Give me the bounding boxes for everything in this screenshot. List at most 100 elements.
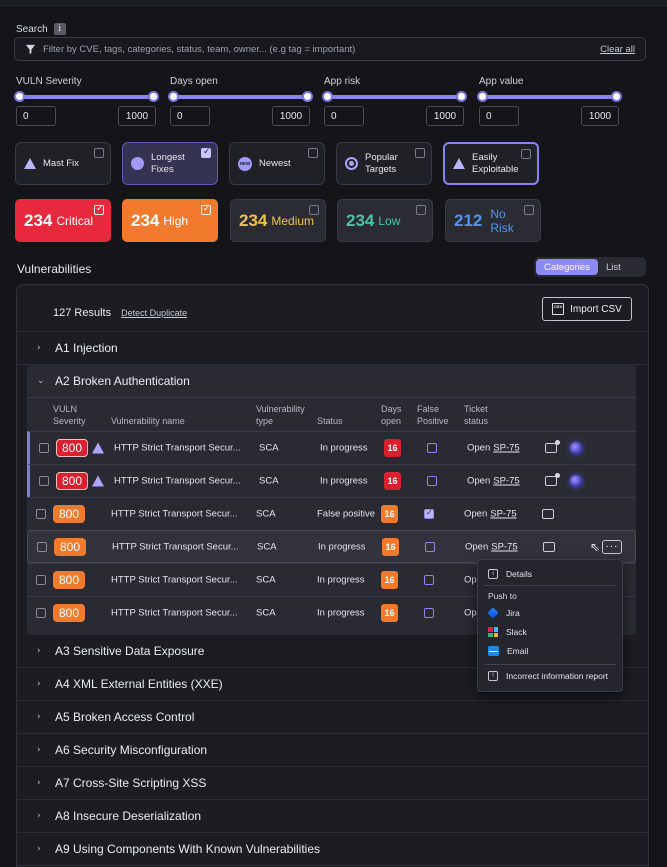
category-row-a8[interactable]: › A8 Insecure Deserialization xyxy=(17,800,648,833)
category-row-a7[interactable]: › A7 Cross-Site Scripting XSS xyxy=(17,767,648,800)
menu-item-label: Jira xyxy=(506,608,520,618)
severity-checkbox[interactable] xyxy=(309,205,319,215)
row-checkbox[interactable] xyxy=(36,575,46,585)
filter-checkbox[interactable] xyxy=(521,149,531,159)
category-row-a6[interactable]: › A6 Security Misconfiguration xyxy=(17,734,648,767)
row-checkbox[interactable] xyxy=(37,541,47,552)
severity-card-critical[interactable]: 234 Critical xyxy=(15,199,111,242)
import-csv-button[interactable]: CSV Import CSV xyxy=(542,297,632,321)
tab-categories[interactable]: Categories xyxy=(536,259,598,275)
category-row-a5[interactable]: › A5 Broken Access Control xyxy=(17,701,648,734)
slider-track[interactable] xyxy=(14,91,159,102)
table-row[interactable]: 800 HTTP Strict Transport Secur... SCA F… xyxy=(27,497,636,530)
slider-track[interactable] xyxy=(477,91,622,102)
menu-item-slack[interactable]: Slack xyxy=(488,627,527,637)
detect-duplicate-link[interactable]: Detect Duplicate xyxy=(121,308,187,318)
slider-min-handle[interactable] xyxy=(14,91,25,102)
more-options-button[interactable]: ··· xyxy=(602,539,622,554)
comment-icon[interactable] xyxy=(542,509,554,519)
min-input[interactable] xyxy=(324,106,364,126)
filter-checkbox[interactable] xyxy=(201,147,211,158)
slider-min-handle[interactable] xyxy=(168,91,179,102)
false-positive-checkbox[interactable] xyxy=(427,443,437,453)
filter-card-longest-fixes[interactable]: Longest Fixes xyxy=(122,142,218,185)
comment-icon[interactable] xyxy=(545,473,560,486)
row-checkbox[interactable] xyxy=(39,476,49,486)
max-input[interactable] xyxy=(581,106,619,126)
filter-card-popular-targets[interactable]: Popular Targets xyxy=(336,142,432,185)
ticket-link[interactable]: SP-75 xyxy=(491,541,517,552)
ai-assistant-icon[interactable] xyxy=(570,475,582,487)
col-header-line: type xyxy=(256,416,274,426)
false-positive-checkbox[interactable] xyxy=(424,608,434,618)
menu-item-details[interactable]: i Details xyxy=(488,569,532,579)
ai-assistant-icon[interactable] xyxy=(570,442,582,454)
clear-all-link[interactable]: Clear all xyxy=(600,44,635,55)
severity-card-medium[interactable]: 234 Medium xyxy=(230,199,326,242)
category-row-a9[interactable]: › A9 Using Components With Known Vulnera… xyxy=(17,833,648,866)
warning-icon xyxy=(453,158,465,169)
max-input[interactable] xyxy=(272,106,310,126)
slider-max-handle[interactable] xyxy=(456,91,467,102)
row-checkbox[interactable] xyxy=(36,608,46,618)
severity-card-high[interactable]: 234 High xyxy=(122,199,218,242)
ticket-link[interactable]: SP-75 xyxy=(493,443,519,454)
filter-card-mast-fix[interactable]: Mast Fix xyxy=(15,142,111,185)
min-input[interactable] xyxy=(16,106,56,126)
ticket-link[interactable]: SP-75 xyxy=(493,476,519,487)
category-row-a1[interactable]: › A1 Injection xyxy=(17,332,648,365)
table-row[interactable]: 800 HTTP Strict Transport Secur... SCA I… xyxy=(27,464,636,497)
slider-max-handle[interactable] xyxy=(148,91,159,102)
comment-icon[interactable] xyxy=(543,541,555,552)
false-positive-checkbox[interactable] xyxy=(427,476,437,486)
col-header-status[interactable]: Status xyxy=(317,415,343,427)
severity-checkbox[interactable] xyxy=(524,205,534,215)
col-header-severity[interactable]: VULN Severity xyxy=(53,403,86,427)
min-input[interactable] xyxy=(479,106,519,126)
filter-checkbox[interactable] xyxy=(94,148,104,158)
slider-max-handle[interactable] xyxy=(611,91,622,102)
slider-track[interactable] xyxy=(322,91,467,102)
comment-icon[interactable] xyxy=(545,440,560,453)
col-header-ticket[interactable]: Ticket status xyxy=(464,403,488,427)
chevron-right-icon: › xyxy=(37,745,41,755)
col-header-false-positive[interactable]: False Positive xyxy=(417,403,449,427)
ticket-link[interactable]: SP-75 xyxy=(490,509,516,520)
filter-card-newest[interactable]: NEW Newest xyxy=(229,142,325,185)
severity-level: Critical xyxy=(56,213,94,228)
false-positive-checkbox[interactable] xyxy=(424,508,434,519)
max-input[interactable] xyxy=(426,106,464,126)
row-checkbox[interactable] xyxy=(39,443,49,453)
max-input[interactable] xyxy=(118,106,156,126)
row-checkbox[interactable] xyxy=(36,509,46,519)
col-header-days[interactable]: Days open xyxy=(381,403,402,427)
filter-checkbox[interactable] xyxy=(415,148,425,158)
menu-item-incorrect-report[interactable]: ! Incorrect information report xyxy=(488,671,608,681)
slider-min-handle[interactable] xyxy=(477,91,488,102)
tab-list[interactable]: List xyxy=(598,259,629,275)
false-positive-checkbox[interactable] xyxy=(424,575,434,585)
false-positive-checkbox[interactable] xyxy=(425,541,435,552)
menu-item-email[interactable]: Email xyxy=(488,646,528,656)
col-header-type[interactable]: Vulnerability type xyxy=(256,403,305,427)
info-icon[interactable]: i xyxy=(53,23,66,35)
filter-card-easily-exploitable[interactable]: Easily Exploitable xyxy=(443,142,539,185)
slider-max-handle[interactable] xyxy=(302,91,313,102)
category-row-a2[interactable]: ⌄ A2 Broken Authentication xyxy=(27,365,636,398)
severity-checkbox[interactable] xyxy=(416,205,426,215)
search-input[interactable] xyxy=(43,43,594,55)
severity-checkbox[interactable] xyxy=(94,204,104,215)
chevron-right-icon: › xyxy=(37,646,41,656)
slider-days-open: Days open xyxy=(168,76,313,126)
col-header-name[interactable]: Vulnerability name xyxy=(111,415,185,427)
severity-card-low[interactable]: 234 Low xyxy=(337,199,433,242)
ticket-status: Op xyxy=(464,575,477,586)
slider-track[interactable] xyxy=(168,91,313,102)
slider-min-handle[interactable] xyxy=(322,91,333,102)
severity-checkbox[interactable] xyxy=(201,204,211,215)
menu-item-jira[interactable]: Jira xyxy=(487,607,520,619)
table-row[interactable]: 800 HTTP Strict Transport Secur... SCA I… xyxy=(27,431,636,464)
min-input[interactable] xyxy=(170,106,210,126)
severity-card-no-risk[interactable]: 212 No Risk xyxy=(445,199,541,242)
filter-checkbox[interactable] xyxy=(308,148,318,158)
